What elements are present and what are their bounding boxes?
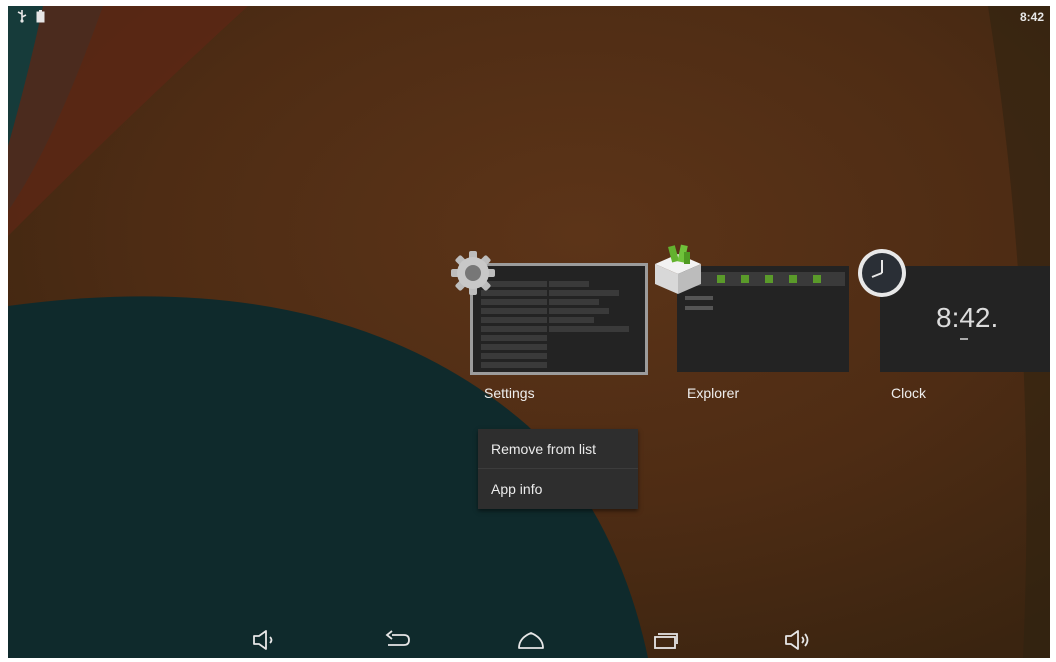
clock-preview-time: 8:42. — [936, 302, 999, 333]
home-icon[interactable] — [516, 628, 546, 652]
volume-up-icon[interactable] — [782, 628, 812, 652]
recent-app-label: Settings — [484, 385, 535, 401]
recent-app-label: Explorer — [687, 385, 740, 401]
recent-app-label: Clock — [891, 385, 927, 401]
remove-from-list-menu-item[interactable]: Remove from list — [478, 429, 638, 469]
nav-bar — [8, 618, 1050, 658]
usb-icon — [17, 10, 27, 23]
screen: 8:42 Settings Explorer 8:42. Clock Remov… — [8, 6, 1050, 658]
clock-icon — [858, 249, 906, 297]
volume-down-icon[interactable] — [250, 628, 280, 652]
status-bar: 8:42 — [8, 6, 1050, 28]
settings-gear-icon — [451, 251, 495, 295]
app-info-menu-item[interactable]: App info — [478, 469, 638, 509]
status-time: 8:42 — [1019, 10, 1044, 24]
explorer-box-icon — [655, 244, 701, 294]
recent-apps-icon[interactable] — [650, 628, 680, 652]
back-icon[interactable] — [383, 628, 413, 652]
battery-icon — [36, 9, 45, 22]
context-menu: Remove from list App info — [478, 429, 638, 509]
